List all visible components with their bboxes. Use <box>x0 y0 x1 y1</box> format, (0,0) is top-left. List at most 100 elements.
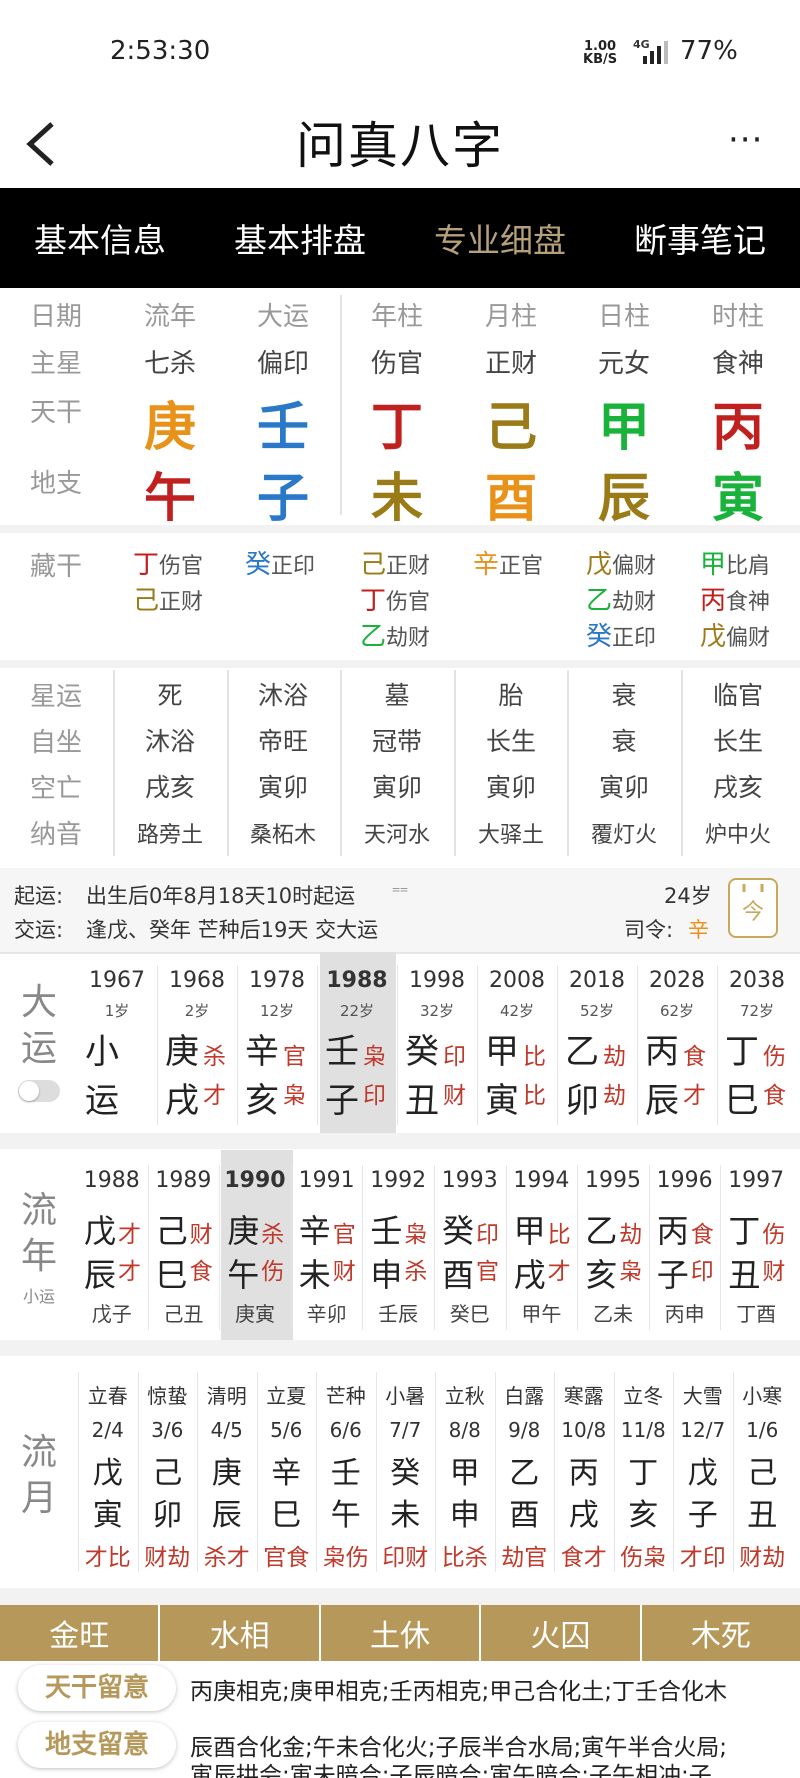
dayun-year[interactable]: 2038 <box>717 968 797 993</box>
liunian-stem: 丁 <box>728 1212 761 1250</box>
liunian-stem: 庚 <box>227 1212 260 1250</box>
battery-level: 77% <box>680 36 738 66</box>
dayun-branch: 巳 <box>725 1081 759 1121</box>
liuyue-stars: 官食 <box>263 1545 310 1571</box>
solar-term-date: 7/7 <box>389 1418 422 1442</box>
liunian-year[interactable]: 1996 <box>649 1168 721 1193</box>
liunian-year[interactable]: 1989 <box>148 1168 220 1193</box>
more-options-icon[interactable]: ··· <box>728 120 763 160</box>
liunian-year[interactable]: 1994 <box>506 1168 578 1193</box>
status-bar: 2:53:30 1.00 KB/S 4G 77% <box>0 0 800 95</box>
hidden-stem-star: 劫财 <box>386 626 431 651</box>
dayun-year[interactable]: 2018 <box>557 968 637 993</box>
liuyue-stem: 戊 <box>687 1456 718 1491</box>
liunian-year[interactable]: 1988 <box>76 1168 148 1193</box>
liunian-stem-star: 伤 <box>762 1222 786 1248</box>
main-star: 七杀 <box>143 349 196 379</box>
element-state: 水相 <box>160 1605 321 1661</box>
tiangan-notice-button[interactable]: 天干留意 <box>18 1665 176 1711</box>
hidden-stem-entry: 癸正印 <box>245 544 315 581</box>
dayun-age: 52岁 <box>579 1002 615 1020</box>
tab-basic-info[interactable]: 基本信息 <box>0 188 200 288</box>
hidden-stem: 戊 <box>586 550 613 580</box>
hidden-stem: 丁 <box>360 586 387 616</box>
star-cell: 天河水 <box>363 823 430 848</box>
dayun-branch: 卯 <box>565 1081 599 1121</box>
dayun-branch: 子 <box>325 1081 359 1121</box>
liunian-year[interactable]: 1991 <box>291 1168 363 1193</box>
liunian-year[interactable]: 1992 <box>362 1168 434 1193</box>
dayun-year[interactable]: 1978 <box>237 968 317 993</box>
liunian-year[interactable]: 1990 <box>219 1168 291 1193</box>
liunian-stem: 乙 <box>585 1212 618 1250</box>
liunian-stem: 己 <box>155 1212 188 1250</box>
tab-professional-chart[interactable]: 专业细盘 <box>400 188 600 288</box>
dayun-toggle[interactable] <box>18 1080 60 1102</box>
liuyue-branch: 申 <box>449 1498 480 1533</box>
tiangan-notice-text: 丙庚相克;庚甲相克;壬丙相克;甲己合化土;丁壬合化木 <box>190 1679 727 1705</box>
dayun-stem-star: 伤 <box>763 1044 786 1070</box>
star-cell: 死 <box>157 681 183 710</box>
liunian-stem-star: 才 <box>118 1222 141 1248</box>
star-cell: 衰 <box>611 727 637 756</box>
liuyue-stars: 枭伤 <box>322 1545 369 1571</box>
liunian-branch: 申 <box>370 1256 403 1294</box>
divider <box>0 1133 800 1149</box>
tab-basic-chart[interactable]: 基本排盘 <box>200 188 400 288</box>
dayun-branch-star: 劫 <box>603 1083 626 1109</box>
dayun-year[interactable]: 1967 <box>77 968 157 993</box>
dayun-branch: 寅 <box>485 1081 519 1121</box>
divider <box>0 525 800 533</box>
jiaoyun-label: 交运: <box>14 918 64 942</box>
dayun-branch-star: 食 <box>763 1083 786 1109</box>
hidden-stem-entry: 辛正官 <box>473 544 543 581</box>
liunian-branch: 丑 <box>728 1256 761 1294</box>
xiaoyun-ganzhi: 乙未 <box>592 1302 633 1326</box>
dayun-year[interactable]: 1968 <box>157 968 237 993</box>
star-cell: 长生 <box>712 727 763 756</box>
dayun-year[interactable]: 1988 <box>317 968 397 993</box>
star-cell: 沐浴 <box>257 681 308 710</box>
today-label: 今 <box>741 900 764 925</box>
star-cell: 长生 <box>485 727 536 756</box>
dayun-year[interactable]: 1998 <box>397 968 477 993</box>
dayun-stem: 庚 <box>165 1032 199 1072</box>
hidden-stem: 癸 <box>245 550 272 580</box>
liuyue-branch: 酉 <box>509 1498 540 1533</box>
heavenly-stem: 甲 <box>597 398 650 458</box>
star-cell: 临官 <box>712 681 763 710</box>
earthly-branch: 辰 <box>597 469 650 529</box>
dizhi-notice-button[interactable]: 地支留意 <box>18 1722 176 1768</box>
liunian-year[interactable]: 1993 <box>434 1168 506 1193</box>
solar-term: 立冬 <box>623 1384 664 1408</box>
star-cell: 帝旺 <box>257 727 308 756</box>
dayun-stem-star: 枭 <box>363 1044 386 1070</box>
liunian-branch-star: 才 <box>118 1259 141 1285</box>
xiaoyun-ganzhi: 辛卯 <box>306 1302 347 1326</box>
main-star: 食神 <box>711 349 764 379</box>
dayun-year[interactable]: 2008 <box>477 968 557 993</box>
liunian-branch-star: 财 <box>762 1259 786 1285</box>
dayun-stem: 甲 <box>485 1032 519 1072</box>
liunian-stem-star: 劫 <box>619 1222 643 1248</box>
star-cell: 衰 <box>611 681 637 710</box>
label-hidden-stems: 藏干 <box>30 552 83 582</box>
main-star: 伤官 <box>370 349 423 379</box>
dayun-age: 42岁 <box>499 1002 535 1020</box>
star-cell: 炉中火 <box>704 823 771 848</box>
liuyue-stem: 壬 <box>330 1456 361 1491</box>
calendar-today-icon[interactable]: 今 <box>728 878 778 938</box>
dayun-year[interactable]: 2028 <box>637 968 717 993</box>
tab-notes[interactable]: 断事笔记 <box>600 188 800 288</box>
hidden-stem: 乙 <box>586 586 613 616</box>
xiaoyun-label: 小运 <box>22 1287 55 1306</box>
star-cell: 寅卯 <box>371 773 422 802</box>
divider <box>0 660 800 668</box>
dayun-stem-star: 食 <box>683 1044 706 1070</box>
liunian-year[interactable]: 1995 <box>577 1168 649 1193</box>
liunian-year[interactable]: 1997 <box>720 1168 792 1193</box>
solar-term: 芒种 <box>325 1384 366 1408</box>
dayun-stem-star: 杀 <box>203 1044 226 1070</box>
hidden-stem-star: 正财 <box>386 554 431 579</box>
dayun-branch-star: 比 <box>523 1083 546 1109</box>
